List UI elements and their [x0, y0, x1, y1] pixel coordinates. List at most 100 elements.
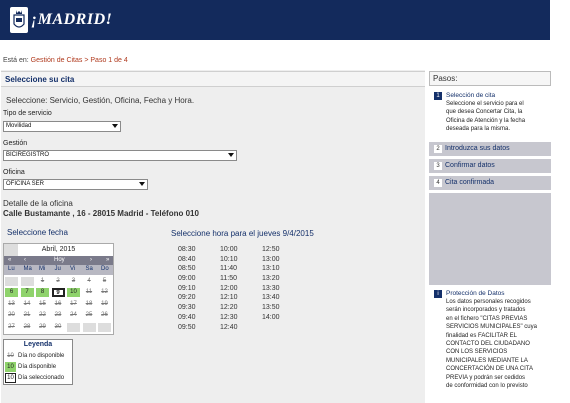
time-slot[interactable]: 12:50	[262, 245, 280, 255]
protection-line: PREVIA y podrán ser cedidos	[446, 374, 526, 381]
time-slot[interactable]: 09:20	[178, 293, 196, 303]
time-slot[interactable]: 12:40	[220, 323, 238, 333]
calendar-day-selected[interactable]: 9	[51, 288, 65, 298]
weekday-label: Do	[101, 266, 109, 272]
calendar-day-unavailable: 2	[56, 278, 60, 284]
weekday-label: Ma	[23, 266, 32, 272]
time-slot[interactable]: 12:00	[220, 284, 238, 294]
madrid-crest-icon	[10, 7, 28, 33]
time-slot[interactable]: 13:10	[262, 264, 280, 274]
calendar-day-available[interactable]: 7	[20, 288, 34, 298]
time-slot[interactable]: 13:00	[262, 255, 280, 265]
time-slot[interactable]: 11:40	[220, 264, 238, 274]
madrid-logo[interactable]: ¡MADRID!	[10, 6, 112, 34]
time-slot[interactable]: 09:10	[178, 284, 196, 294]
calendar-day-available[interactable]: 8	[36, 288, 49, 298]
time-slot[interactable]: 14:00	[262, 313, 280, 323]
protection-line: MUNICIPALES MEDIANTE LA	[446, 357, 528, 364]
time-column: 10:00 10:10 11:40 11:50 12:00 12:10 12:20 12:30…	[220, 245, 238, 332]
calendar-day-unavailable: 21	[23, 312, 31, 319]
step-label: Confirmar datos	[445, 162, 495, 169]
legend-label: Día seleccionado	[18, 375, 65, 381]
weekday-label: Mi	[39, 266, 46, 272]
gestion-label: Gestión	[3, 140, 28, 147]
calendar-day-unavailable: 1	[40, 278, 45, 284]
time-slot[interactable]: 09:50	[178, 323, 196, 333]
calendar-day-unavailable: 15	[39, 300, 46, 307]
time-slot[interactable]: 13:30	[262, 284, 280, 294]
breadcrumb: Está en: Gestión de Citas > Paso 1 de 4	[3, 57, 128, 64]
office-address: Calle Bustamante , 16 - 28015 Madrid - T…	[3, 209, 199, 218]
weekday-label: Lu	[8, 266, 15, 272]
oficina-select[interactable]: OFICINA SER	[3, 179, 148, 190]
calendar-day-unavailable: 23	[54, 312, 62, 319]
calendar-day-unavailable: 4	[87, 278, 91, 284]
calendar-day-unavailable: 17	[70, 300, 77, 307]
calendar-month: Abril, 2015	[41, 246, 76, 253]
protection-heading: Protección de Datos	[446, 290, 505, 297]
calendar-weekday-header: Lu Ma Mi Ju Vi Sa Do	[4, 265, 113, 275]
time-slot[interactable]: 08:40	[178, 255, 196, 265]
date-calendar: Abril, 2015 « ‹ Hoy › » Lu Ma Mi Ju Vi Sa Do 1…	[3, 243, 114, 335]
calendar-day-available[interactable]: 6	[5, 288, 18, 298]
time-slot[interactable]: 13:50	[262, 303, 280, 313]
step-1-line: que desea Concertar Cita, la	[446, 109, 523, 116]
legend-item-selected: 10 Día seleccionado	[5, 373, 64, 383]
tipo-value: Movilidad	[6, 123, 32, 129]
calendar-today-button[interactable]: Hoy	[54, 256, 65, 265]
calendar-day-unavailable: 26	[101, 312, 108, 319]
calendar-day-unavailable: 25	[85, 312, 93, 319]
time-slot[interactable]: 09:30	[178, 303, 196, 313]
calendar-day-unavailable: 16	[54, 300, 62, 307]
breadcrumb-link-gestion[interactable]: Gestión de Citas	[31, 57, 83, 64]
hora-title: Seleccione hora para el jueves 9/4/2015	[171, 229, 314, 238]
legend-title: Leyenda	[23, 341, 53, 348]
time-slot[interactable]: 10:10	[220, 255, 238, 265]
time-slot[interactable]: 11:50	[220, 274, 238, 284]
step-1-heading: Selección de cita	[446, 92, 496, 99]
steps-spacer	[429, 193, 551, 285]
time-slot[interactable]: 13:20	[262, 274, 280, 284]
step-label: Cita confirmada	[445, 179, 495, 186]
tipo-select[interactable]: Movilidad	[3, 121, 121, 132]
chevron-down-icon	[228, 153, 234, 157]
calendar-prev-year-button[interactable]: «	[8, 256, 11, 265]
info-icon: i	[434, 290, 442, 298]
step-3: 3 Confirmar datos	[429, 159, 551, 173]
legend-item-unavailable: 10 Día no disponible	[5, 351, 64, 361]
time-slot[interactable]: 09:00	[178, 274, 196, 284]
time-slot[interactable]: 08:50	[178, 264, 196, 274]
time-slot[interactable]: 12:10	[220, 293, 238, 303]
legend-swatch-unavailable: 10	[7, 353, 14, 359]
header-right-gap	[550, 0, 570, 40]
section-title-bar: Seleccione su cita	[1, 71, 425, 87]
chevron-down-icon	[112, 124, 118, 128]
protection-text: Los datos personales recogidos serán inco…	[446, 298, 537, 390]
calendar-next-month-button[interactable]: ›	[90, 256, 92, 265]
time-slot[interactable]: 10:00	[220, 245, 238, 255]
time-slot[interactable]: 13:40	[262, 293, 280, 303]
section-title: Seleccione su cita	[5, 75, 75, 84]
weekday-label: Ju	[54, 266, 61, 272]
gestion-select[interactable]: BICIREGISTRO	[3, 150, 237, 161]
protection-line: CON LOS SERVICIOS	[446, 349, 508, 356]
protection-line: en el fichero "CITAS PREVIAS	[446, 315, 528, 322]
detail-title: Detalle de la oficina	[3, 199, 73, 208]
time-slot[interactable]: 09:40	[178, 313, 196, 323]
calendar-next-year-button[interactable]: »	[106, 256, 109, 265]
calendar-day-unavailable: 3	[71, 278, 76, 284]
breadcrumb-separator: >	[84, 57, 89, 64]
time-slot[interactable]: 12:20	[220, 303, 238, 313]
calendar-day-available[interactable]: 10	[67, 288, 80, 298]
time-slot[interactable]: 08:30	[178, 245, 196, 255]
time-slot[interactable]: 12:30	[220, 313, 238, 323]
chevron-down-icon	[139, 182, 145, 186]
steps-title: Pasos:	[429, 71, 551, 86]
step-4: 4 Cita confirmada	[429, 176, 551, 190]
step-2: 2 Introduzca sus datos	[429, 142, 551, 156]
calendar-prev-month-button[interactable]: ‹	[24, 256, 26, 265]
calendar-day-unavailable: 14	[23, 300, 31, 307]
protection-line: serán incorporados y tratados	[446, 307, 526, 314]
protection-line: Los datos personales recogidos	[446, 299, 531, 305]
calendar-day-unavailable: 18	[85, 300, 93, 307]
